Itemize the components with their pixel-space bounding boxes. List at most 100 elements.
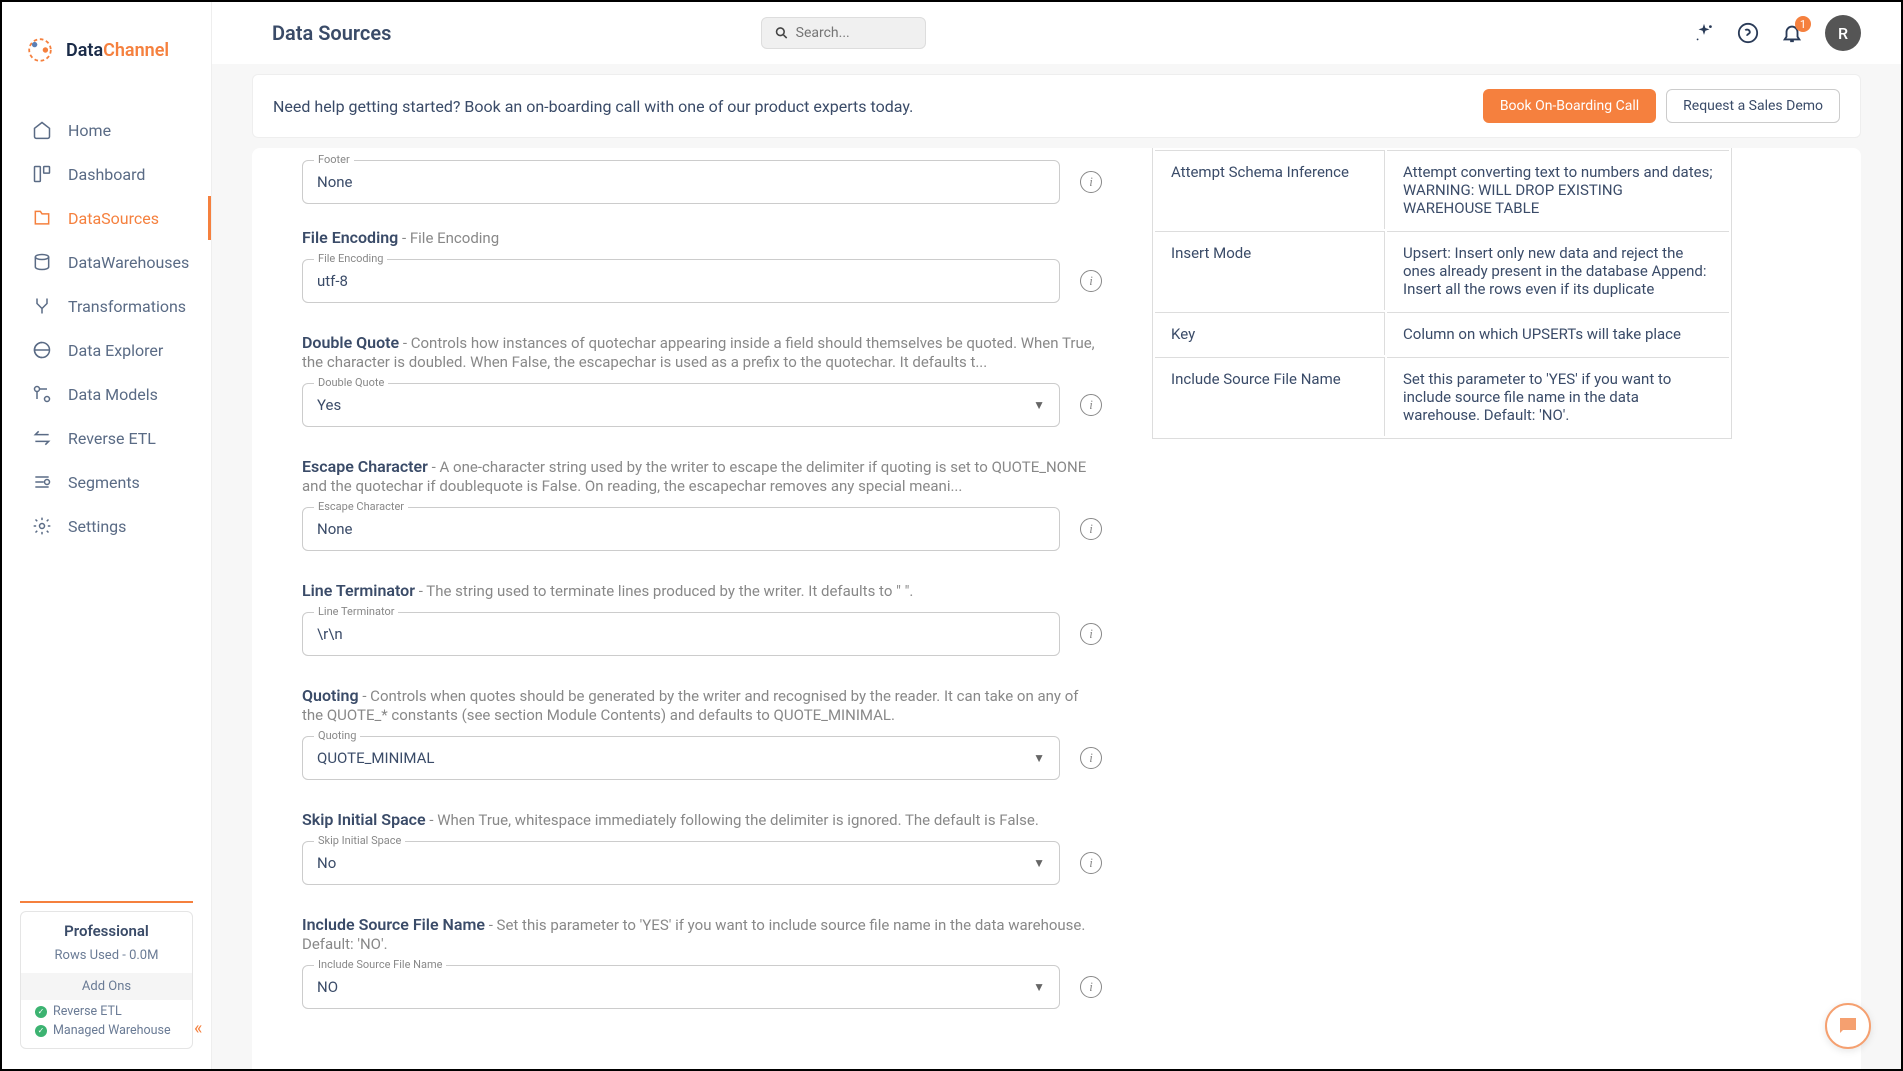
search-icon xyxy=(774,24,789,42)
notification-badge: 1 xyxy=(1795,16,1811,32)
field-desc: - File Encoding xyxy=(398,229,499,247)
chat-icon xyxy=(1836,1014,1860,1038)
quoting-select[interactable]: QUOTE_MINIMAL▼ xyxy=(302,736,1060,780)
skip-initial-space-select[interactable]: No▼ xyxy=(302,841,1060,885)
sidebar-item-transformations[interactable]: Transformations xyxy=(2,284,211,328)
sidebar-item-settings[interactable]: Settings xyxy=(2,504,211,548)
main-area: Data Sources 1 R Need help getting start… xyxy=(212,2,1901,1069)
float-label: Quoting xyxy=(314,729,360,742)
sidebar-item-label: Data Models xyxy=(68,385,158,404)
book-onboarding-button[interactable]: Book On-Boarding Call xyxy=(1483,89,1656,123)
settings-icon xyxy=(32,516,52,536)
table-row: Include Source File NameSet this paramet… xyxy=(1155,357,1729,436)
logo[interactable]: DataChannel xyxy=(2,2,211,98)
sidebar-footer: Professional Rows Used - 0.0M Add Ons ✓R… xyxy=(2,901,211,1069)
info-icon[interactable]: i xyxy=(1080,747,1102,769)
datasources-icon xyxy=(32,208,52,228)
chevron-down-icon: ▼ xyxy=(1033,398,1045,412)
sidebar-item-label: Transformations xyxy=(68,297,186,316)
field-desc: - When True, whitespace immediately foll… xyxy=(426,811,1039,829)
nav-list: Home Dashboard DataSources DataWarehouse… xyxy=(2,98,211,901)
dashboard-icon xyxy=(32,164,52,184)
addon-row: ✓Managed Warehouse xyxy=(35,1019,178,1038)
table-row: Attempt Schema InferenceAttempt converti… xyxy=(1155,150,1729,229)
home-icon xyxy=(32,120,52,140)
info-icon[interactable]: i xyxy=(1080,270,1102,292)
include-source-file-name-select[interactable]: NO▼ xyxy=(302,965,1060,1009)
search-box[interactable] xyxy=(761,17,926,49)
logo-icon xyxy=(22,32,58,68)
escape-character-input[interactable] xyxy=(302,507,1060,551)
search-input[interactable] xyxy=(796,25,914,41)
sidebar: DataChannel Home Dashboard DataSources D… xyxy=(2,2,212,1069)
sidebar-item-datasources[interactable]: DataSources xyxy=(2,196,211,240)
sparkle-icon[interactable] xyxy=(1693,22,1715,44)
addon-row: ✓Reverse ETL xyxy=(35,1000,178,1019)
info-icon[interactable]: i xyxy=(1080,623,1102,645)
sidebar-item-label: Reverse ETL xyxy=(68,429,156,448)
plan-card: Professional Rows Used - 0.0M Add Ons ✓R… xyxy=(20,911,193,1049)
datawarehouses-icon xyxy=(32,252,52,272)
float-label: Include Source File Name xyxy=(314,958,446,971)
help-icon[interactable] xyxy=(1737,22,1759,44)
plan-rows: Rows Used - 0.0M xyxy=(35,948,178,963)
double-quote-select[interactable]: Yes▼ xyxy=(302,383,1060,427)
check-icon: ✓ xyxy=(35,1006,47,1018)
topbar: Data Sources 1 R xyxy=(212,2,1901,64)
field-label: File Encoding xyxy=(302,228,398,247)
file-encoding-input[interactable] xyxy=(302,259,1060,303)
field-label: Quoting xyxy=(302,686,359,705)
float-label: Footer xyxy=(314,153,354,166)
transformations-icon xyxy=(32,296,52,316)
request-demo-button[interactable]: Request a Sales Demo xyxy=(1666,89,1840,123)
footer-input[interactable] xyxy=(302,160,1060,204)
banner-text: Need help getting started? Book an on-bo… xyxy=(273,97,913,116)
sidebar-item-datawarehouses[interactable]: DataWarehouses xyxy=(2,240,211,284)
sidebar-item-label: Data Explorer xyxy=(68,341,163,360)
check-icon: ✓ xyxy=(35,1025,47,1037)
sidebar-item-dashboard[interactable]: Dashboard xyxy=(2,152,211,196)
info-icon[interactable]: i xyxy=(1080,852,1102,874)
chat-fab[interactable] xyxy=(1825,1003,1871,1049)
field-label: Line Terminator xyxy=(302,581,415,600)
info-icon[interactable]: i xyxy=(1080,976,1102,998)
field-label: Skip Initial Space xyxy=(302,810,426,829)
notifications-icon[interactable]: 1 xyxy=(1781,22,1803,44)
info-icon[interactable]: i xyxy=(1080,171,1102,193)
segments-icon xyxy=(32,472,52,492)
datamodels-icon xyxy=(32,384,52,404)
float-label: Skip Initial Space xyxy=(314,834,405,847)
page-title: Data Sources xyxy=(272,21,391,45)
addons-head: Add Ons xyxy=(21,973,192,1000)
float-label: Escape Character xyxy=(314,500,408,513)
avatar[interactable]: R xyxy=(1825,15,1861,51)
info-icon[interactable]: i xyxy=(1080,394,1102,416)
chevron-down-icon: ▼ xyxy=(1033,751,1045,765)
form-column: Footer i File Encoding - File Encoding F… xyxy=(302,148,1102,1039)
float-label: File Encoding xyxy=(314,252,387,265)
content-panel: Footer i File Encoding - File Encoding F… xyxy=(252,148,1861,1069)
sidebar-item-label: Segments xyxy=(68,473,140,492)
field-label: Include Source File Name xyxy=(302,915,485,934)
sidebar-item-home[interactable]: Home xyxy=(2,108,211,152)
topbar-icons: 1 R xyxy=(1693,15,1861,51)
field-desc: - Controls when quotes should be generat… xyxy=(302,687,1078,724)
collapse-sidebar-button[interactable]: « xyxy=(194,1018,202,1039)
field-label: Escape Character xyxy=(302,457,428,476)
sidebar-item-segments[interactable]: Segments xyxy=(2,460,211,504)
chevron-down-icon: ▼ xyxy=(1033,856,1045,870)
dataexplorer-icon xyxy=(32,340,52,360)
sidebar-item-label: Dashboard xyxy=(68,165,145,184)
float-label: Double Quote xyxy=(314,376,388,389)
logo-text: DataChannel xyxy=(66,40,169,61)
doc-table: Attempt Schema InferenceAttempt converti… xyxy=(1152,148,1732,439)
sidebar-item-dataexplorer[interactable]: Data Explorer xyxy=(2,328,211,372)
reverseetl-icon xyxy=(32,428,52,448)
sidebar-item-reverseetl[interactable]: Reverse ETL xyxy=(2,416,211,460)
info-icon[interactable]: i xyxy=(1080,518,1102,540)
line-terminator-input[interactable] xyxy=(302,612,1060,656)
plan-name: Professional xyxy=(35,922,178,940)
onboarding-banner: Need help getting started? Book an on-bo… xyxy=(252,74,1861,138)
sidebar-item-datamodels[interactable]: Data Models xyxy=(2,372,211,416)
chevron-down-icon: ▼ xyxy=(1033,980,1045,994)
